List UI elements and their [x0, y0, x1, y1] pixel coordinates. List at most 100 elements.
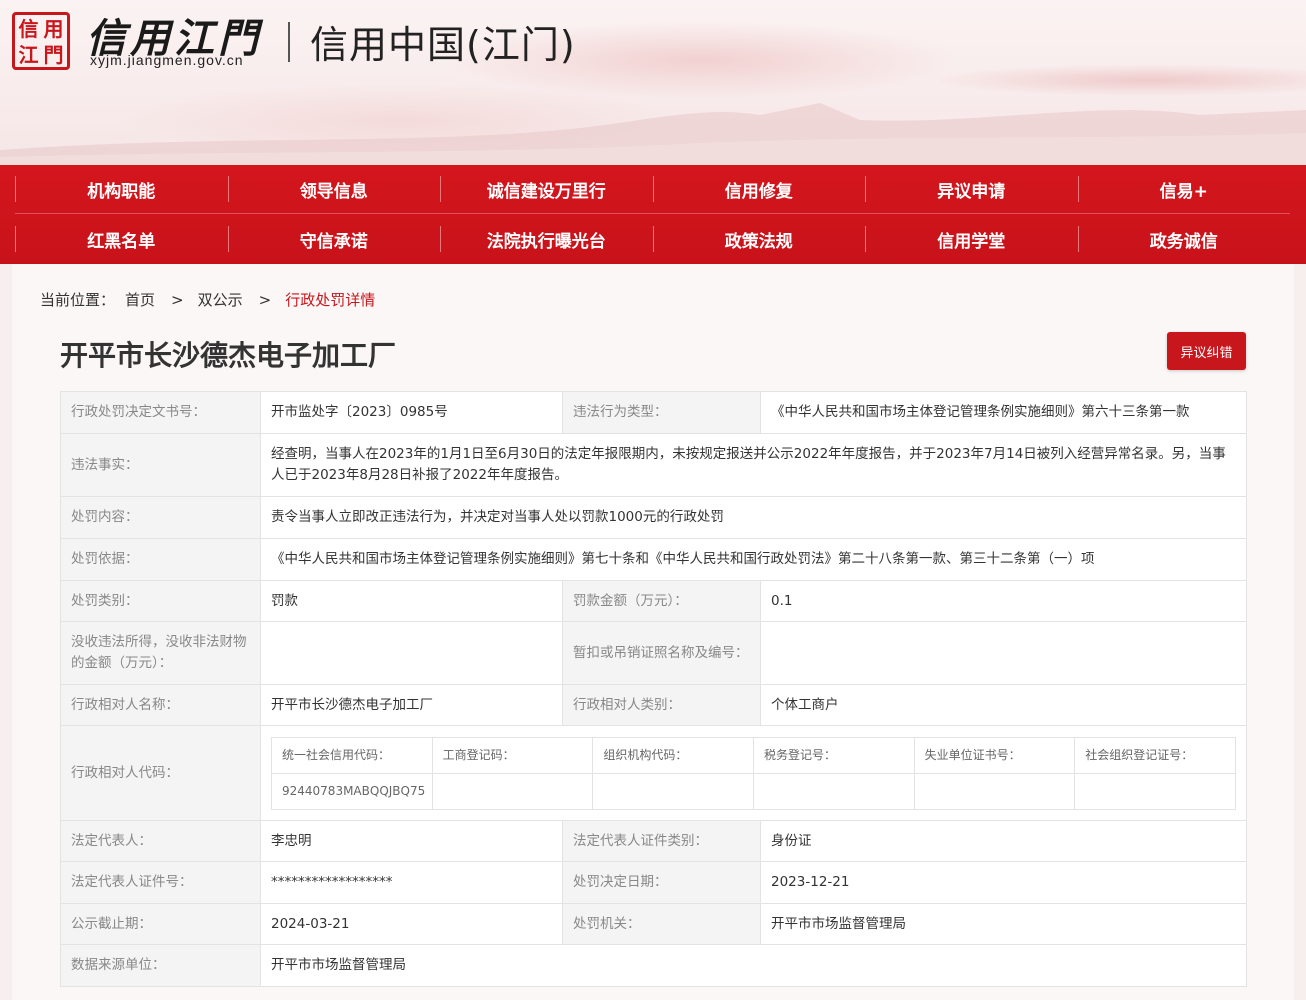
- table-row: 公示截止期： 2024-03-21 处罚机关： 开平市市场监督管理局: [60, 903, 1247, 945]
- seal-char: 用: [43, 17, 64, 41]
- nav-item-functions[interactable]: 机构职能: [15, 165, 228, 213]
- code-header: 失业单位证书号：: [913, 736, 1076, 774]
- publicity-end-value: 2024-03-21: [260, 903, 563, 945]
- field-label: 行政相对人名称：: [60, 684, 261, 726]
- field-label: 处罚决定日期：: [562, 861, 761, 904]
- table-row: 行政相对人名称： 开平市长沙德杰电子加工厂 行政相对人类别： 个体工商户: [60, 684, 1247, 726]
- fine-amount-value: 0.1: [760, 580, 1247, 622]
- page-title: 开平市长沙德杰电子加工厂: [60, 339, 397, 372]
- legal-rep-id-value: ******************: [260, 861, 563, 904]
- nav-row-2: 红黑名单 守信承诺 法院执行曝光台 政策法规 信用学堂 政务诚信: [15, 215, 1290, 264]
- code-header: 组织机构代码：: [592, 736, 754, 774]
- field-label: 违法事实：: [60, 433, 261, 497]
- breadcrumb-separator: >: [171, 290, 184, 309]
- field-label: 行政相对人类别：: [562, 684, 761, 726]
- field-label: 法定代表人证件类别：: [562, 820, 761, 862]
- field-label: 罚款金额（万元）：: [562, 580, 761, 622]
- nav-item-policies[interactable]: 政策法规: [652, 215, 866, 264]
- seal-char: 信: [18, 17, 39, 41]
- authority-value: 开平市市场监督管理局: [760, 903, 1247, 945]
- table-row: 违法事实： 经查明，当事人在2023年的1月1日至6月30日的法定年报限期内，未…: [60, 433, 1247, 497]
- table-row: 统一社会信用代码： 工商登记码： 组织机构代码： 税务登记号： 失业单位证书号：…: [271, 736, 1236, 774]
- breadcrumb-current: 行政处罚详情: [285, 291, 376, 309]
- logo-divider: [288, 22, 290, 62]
- table-row: 没收违法所得，没收非法财物的金额（万元）： 暂扣或吊销证照名称及编号：: [60, 621, 1247, 685]
- party-type-value: 个体工商户: [760, 684, 1247, 726]
- nav-item-xinyi-plus[interactable]: 信易+: [1077, 165, 1291, 213]
- field-label: 行政相对人代码：: [60, 725, 261, 821]
- seal-char: 門: [43, 43, 64, 67]
- legal-rep-id-type-value: 身份证: [760, 820, 1247, 862]
- code-header: 税务登记号：: [752, 736, 915, 774]
- code-value: [1074, 772, 1236, 810]
- code-header: 社会组织登记证号：: [1074, 736, 1236, 774]
- breadcrumb-separator: >: [258, 290, 272, 309]
- confiscation-value: [260, 621, 563, 685]
- nav-item-credit-school[interactable]: 信用学堂: [865, 215, 1078, 264]
- decision-date-value: 2023-12-21: [760, 861, 1247, 904]
- logo-domain: xyjm.jiangmen.gov.cn: [90, 52, 244, 68]
- field-label: 处罚依据：: [60, 538, 261, 581]
- breadcrumb-home-link[interactable]: 首页: [125, 289, 155, 310]
- code-value: [913, 772, 1076, 810]
- nav-item-gov-integrity[interactable]: 政务诚信: [1077, 215, 1291, 264]
- credit-code-value: 92440783MABQQJBQ75: [271, 772, 433, 810]
- code-header: 工商登记码：: [431, 736, 594, 774]
- violation-type-value: 《中华人民共和国市场主体登记管理条例实施细则》第六十三条第一款: [760, 391, 1247, 434]
- logo-seal[interactable]: 信 用 江 門: [12, 12, 70, 70]
- penalty-content-value: 责令当事人立即改正违法行为，并决定对当事人处以罚款1000元的行政处罚: [260, 496, 1247, 539]
- breadcrumb-section-link[interactable]: 双公示: [198, 289, 243, 310]
- party-codes-table: 统一社会信用代码： 工商登记码： 组织机构代码： 税务登记号： 失业单位证书号：…: [271, 736, 1236, 810]
- table-row: 法定代表人证件号： ****************** 处罚决定日期： 202…: [60, 861, 1247, 904]
- penalty-detail-table: 行政处罚决定文书号： 开市监处字〔2023〕0985号 违法行为类型： 《中华人…: [60, 391, 1247, 987]
- breadcrumb-label: 当前位置：: [40, 291, 116, 309]
- table-row: 处罚类别： 罚款 罚款金额（万元）： 0.1: [60, 580, 1247, 622]
- code-value: [592, 772, 754, 810]
- nav-item-credit-repair[interactable]: 信用修复: [652, 165, 866, 213]
- penalty-category-value: 罚款: [260, 580, 563, 622]
- field-label: 没收违法所得，没收非法财物的金额（万元）：: [60, 621, 261, 685]
- field-label: 违法行为类型：: [562, 391, 761, 434]
- penalty-basis-value: 《中华人民共和国市场主体登记管理条例实施细则》第七十条和《中华人民共和国行政处罚…: [260, 538, 1247, 581]
- field-label: 公示截止期：: [60, 903, 261, 945]
- table-row: 处罚依据： 《中华人民共和国市场主体登记管理条例实施细则》第七十条和《中华人民共…: [60, 538, 1247, 581]
- nav-row-1: 机构职能 领导信息 诚信建设万里行 信用修复 异议申请 信易+: [15, 165, 1290, 214]
- data-source-value: 开平市市场监督管理局: [260, 944, 1247, 987]
- table-row: 行政相对人代码： 统一社会信用代码： 工商登记码： 组织机构代码： 税务登记号：…: [60, 725, 1247, 821]
- breadcrumb: 当前位置： 首页 > 双公示 > 行政处罚详情: [40, 289, 385, 310]
- banner-skyline-decoration: [0, 103, 1306, 165]
- party-name-value: 开平市长沙德杰电子加工厂: [260, 684, 563, 726]
- main-nav: 机构职能 领导信息 诚信建设万里行 信用修复 异议申请 信易+ 红黑名单 守信承…: [0, 165, 1306, 264]
- nav-item-objection[interactable]: 异议申请: [865, 165, 1078, 213]
- header-banner: 信 用 江 門 信用江門 xyjm.jiangmen.gov.cn 信用中国(江…: [0, 0, 1306, 165]
- seal-char: 江: [18, 43, 39, 67]
- violation-facts-value: 经查明，当事人在2023年的1月1日至6月30日的法定年报限期内，未按规定报送并…: [260, 433, 1247, 497]
- field-label: 法定代表人证件号：: [60, 861, 261, 904]
- table-row: 92440783MABQQJBQ75: [271, 772, 1236, 810]
- nav-item-promise[interactable]: 守信承诺: [227, 215, 441, 264]
- nav-item-integrity-tour[interactable]: 诚信建设万里行: [440, 165, 653, 213]
- code-header: 统一社会信用代码：: [271, 736, 433, 774]
- field-label: 处罚类别：: [60, 580, 261, 622]
- field-label: 行政处罚决定文书号：: [60, 391, 261, 434]
- legal-rep-value: 李忠明: [260, 820, 563, 862]
- table-row: 处罚内容： 责令当事人立即改正违法行为，并决定对当事人处以罚款1000元的行政处…: [60, 496, 1247, 539]
- doc-number-value: 开市监处字〔2023〕0985号: [260, 391, 563, 434]
- license-value: [760, 621, 1247, 685]
- table-row: 法定代表人： 李忠明 法定代表人证件类别： 身份证: [60, 820, 1247, 862]
- table-row: 数据来源单位： 开平市市场监督管理局: [60, 944, 1247, 987]
- nav-item-leaders[interactable]: 领导信息: [227, 165, 441, 213]
- field-label: 处罚机关：: [562, 903, 761, 945]
- party-codes-cell: 统一社会信用代码： 工商登记码： 组织机构代码： 税务登记号： 失业单位证书号：…: [260, 725, 1247, 821]
- field-label: 暂扣或吊销证照名称及编号：: [562, 621, 761, 685]
- objection-correction-button[interactable]: 异议纠错: [1167, 332, 1246, 370]
- field-label: 法定代表人：: [60, 820, 261, 862]
- table-row: 行政处罚决定文书号： 开市监处字〔2023〕0985号 违法行为类型： 《中华人…: [60, 391, 1247, 434]
- nav-item-court-exposure[interactable]: 法院执行曝光台: [440, 215, 653, 264]
- field-label: 处罚内容：: [60, 496, 261, 539]
- nav-item-red-black-list[interactable]: 红黑名单: [15, 215, 228, 264]
- code-value: [752, 772, 915, 810]
- code-value: [431, 772, 594, 810]
- field-label: 数据来源单位：: [60, 944, 261, 987]
- site-title: 信用中国(江门): [310, 23, 576, 67]
